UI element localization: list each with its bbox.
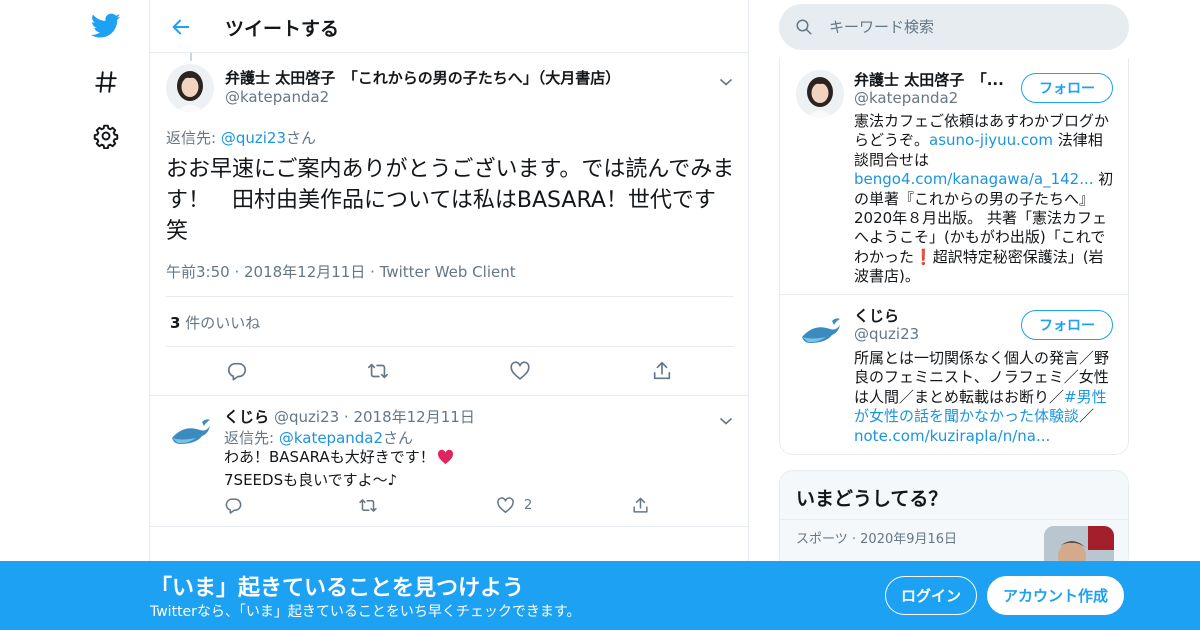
thread-connector: [190, 53, 192, 61]
divider: [780, 519, 1128, 520]
trend-date: 2020年9月16日: [860, 532, 958, 547]
profile-card[interactable]: くじら @quzi23 フォロー 所属とは一切関係なく個人の発言／野良のフェミニ…: [780, 295, 1128, 453]
author-avatar[interactable]: [796, 70, 844, 118]
trend-item-meta[interactable]: スポーツ · 2020年9月16日: [796, 528, 957, 547]
follow-button[interactable]: フォロー: [1021, 310, 1113, 340]
retweet-icon[interactable]: [365, 358, 391, 384]
settings-gear-icon[interactable]: [90, 120, 122, 152]
reply-to-suffix: さん: [285, 129, 316, 147]
author-avatar[interactable]: [166, 64, 214, 112]
profile-name[interactable]: 弁護士 太田啓子 「...: [854, 69, 1004, 90]
profile-name[interactable]: くじら: [854, 305, 899, 326]
likes-label: 件のいいね: [185, 314, 261, 332]
chevron-down-icon[interactable]: [719, 72, 733, 86]
author-handle[interactable]: @katepanda2: [225, 88, 329, 106]
like-heart-icon[interactable]: [507, 358, 533, 384]
tweet-meta: 午前3:50 · 2018年12月11日 · Twitter Web Clien…: [166, 263, 516, 281]
bio-link[interactable]: asuno-jiyuu.com: [929, 131, 1053, 149]
twitter-bird-icon[interactable]: [90, 10, 122, 42]
reply-date-link[interactable]: 2018年12月11日: [353, 408, 474, 426]
bio-link[interactable]: note.com/kuzirapla/n/na...: [854, 427, 1050, 445]
retweet-icon[interactable]: [357, 494, 379, 516]
divider: [166, 346, 734, 347]
tweet-date-link[interactable]: 2018年12月11日: [244, 263, 365, 281]
profiles-panel: 弁護士 太田啓子 「... @katepanda2 フォロー 憲法カフェご依頼は…: [779, 58, 1129, 455]
trends-title: いまどうしてる？: [796, 488, 948, 510]
whale-avatar[interactable]: [796, 307, 844, 355]
search-bar: [779, 4, 1129, 50]
tweet-text: おお早速にご案内ありがとうございます。では読んでみます！ 田村由美作品については…: [166, 157, 735, 244]
reply-to-handle-link[interactable]: @quzi23: [221, 129, 286, 147]
profile-card[interactable]: 弁護士 太田啓子 「... @katepanda2 フォロー 憲法カフェご依頼は…: [780, 58, 1128, 295]
reply-to-line: 返信先: @katepanda2さん: [224, 427, 413, 448]
like-heart-icon[interactable]: [494, 494, 516, 516]
profile-bio: 憲法カフェご依頼はあすわかブログからどうぞ。asuno-jiyuu.com 法律…: [854, 112, 1116, 287]
share-icon[interactable]: [629, 494, 651, 516]
reply-to-suffix: さん: [383, 429, 414, 447]
reply-text-line-1: わあ！BASARAも大好きです！: [224, 448, 435, 466]
whale-avatar[interactable]: [166, 408, 214, 456]
login-button[interactable]: ログイン: [885, 576, 977, 615]
profile-bio: 所属とは一切関係なく個人の発言／野良のフェミニスト、ノラフェミ／女性は人間／まと…: [854, 349, 1116, 446]
reply-icon[interactable]: [222, 494, 244, 516]
likes-count: 3: [170, 314, 181, 332]
author-name[interactable]: 弁護士 太田啓子 「これからの男の子たちへ」（大月書店）: [225, 67, 620, 88]
reply-text: わあ！BASARAも大好きです！ 7SEEDSも良いですよ〜♪: [224, 447, 454, 490]
trends-panel: いまどうしてる？ スポーツ · 2020年9月16日: [779, 470, 1129, 570]
tweet-client: Twitter Web Client: [379, 263, 516, 281]
follow-button[interactable]: フォロー: [1021, 73, 1113, 103]
reply-like-count: 2: [524, 498, 533, 513]
reply-icon[interactable]: [224, 358, 250, 384]
reply-author-handle[interactable]: @quzi23: [274, 408, 339, 426]
banner-subtitle: Twitterなら、「いま」起きていることをいち早くチェックできます。: [150, 604, 581, 620]
reply-text-line-2: 7SEEDSも良いですよ〜♪: [224, 471, 398, 489]
bio-text: ／: [1079, 407, 1095, 426]
profile-handle[interactable]: @quzi23: [854, 325, 919, 343]
main-header: ツイートする: [150, 0, 748, 53]
reply-meta: @quzi23 · 2018年12月11日: [274, 408, 475, 426]
reply-to-prefix: 返信先:: [166, 129, 221, 147]
bio-link[interactable]: bengo4.com/kanagawa/a_142...: [854, 170, 1094, 188]
likes-summary[interactable]: 3 件のいいね: [170, 312, 260, 333]
reply-author-name[interactable]: くじら: [224, 406, 269, 427]
trend-category: スポーツ: [796, 532, 848, 547]
chevron-down-icon[interactable]: [719, 411, 733, 425]
share-icon[interactable]: [649, 358, 675, 384]
banner-title: 「いま」起きていることを見つけよう: [150, 576, 525, 601]
signup-button[interactable]: アカウント作成: [987, 576, 1124, 615]
tweet-time-link[interactable]: 午前3:50: [166, 263, 230, 281]
back-arrow-icon[interactable]: [168, 14, 194, 40]
main-column: ツイートする 弁護士 太田啓子 「これからの男の子たちへ」（大月書店） @kat…: [149, 0, 749, 630]
search-input[interactable]: [829, 15, 1109, 39]
search-icon: [795, 18, 813, 36]
reply-to-prefix: 返信先:: [224, 429, 279, 447]
exclamation-emoji-icon: ❗: [914, 247, 933, 266]
reply-to-handle-link[interactable]: @katepanda2: [279, 429, 383, 447]
divider: [166, 296, 734, 297]
left-nav: [80, 0, 130, 630]
signup-banner: 「いま」起きていることを見つけよう Twitterなら、「いま」起きていることを…: [0, 561, 1200, 630]
profile-handle[interactable]: @katepanda2: [854, 89, 958, 107]
reply-to-line: 返信先: @quzi23さん: [166, 127, 316, 148]
page-title: ツイートする: [225, 18, 340, 40]
red-heart-emoji-icon: [437, 449, 454, 470]
hashtag-icon[interactable]: [90, 66, 122, 98]
reply-tweet[interactable]: くじら @quzi23 · 2018年12月11日 返信先: @katepand…: [150, 395, 748, 527]
